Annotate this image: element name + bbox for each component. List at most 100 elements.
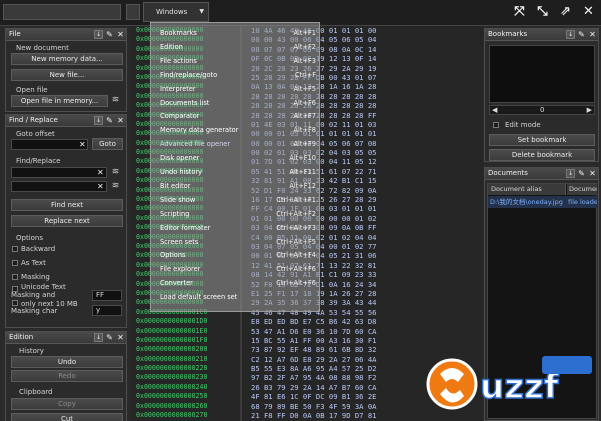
spin-left-icon[interactable]: ◀ (492, 106, 497, 114)
edition-panel-title: Edition ↓ ✎ ✕ (6, 332, 126, 344)
download-icon[interactable]: ↓ (94, 333, 103, 342)
hex-row[interactable]: E8 ED ED BD E7 C5 B6 42 63 D8 (242, 317, 483, 326)
menu-item[interactable]: Memory data generator Alt+F8 (151, 124, 319, 138)
offset-row: 0x0000000000000200 (136, 345, 208, 354)
copy-button[interactable]: Copy (11, 398, 123, 410)
download-icon[interactable]: ↓ (94, 30, 103, 39)
only-next-checkbox[interactable] (12, 300, 18, 306)
document-status-cell: file loade (568, 198, 597, 206)
menu-item[interactable]: Advanced file opener Alt+F9 (151, 138, 319, 152)
document-alias-cell: D:\我的文档\oneday.jpg (490, 198, 563, 206)
menu-item[interactable]: Documents list Alt+F6 (151, 97, 319, 111)
new-memory-data-button[interactable]: New memory data... (11, 53, 123, 65)
menu-item-shortcut: Ctrl+Alt+F6 (276, 279, 316, 288)
spin-right-icon[interactable]: ▶ (587, 106, 592, 114)
offset-row: 0x00000000000001E0 (136, 326, 208, 335)
menu-item-label: Undo history (160, 168, 202, 176)
menu-item[interactable]: Find/replace/goto Ctrl+F (151, 69, 319, 83)
close-icon[interactable]: ✕ (588, 169, 597, 178)
edit-mode-checkbox[interactable] (493, 122, 499, 128)
menu-item-shortcut: Alt+F5 (293, 84, 316, 93)
menu-item-label: Load default screen set (160, 293, 238, 302)
menu-item[interactable]: Undo history Alt+F11 (151, 166, 319, 180)
menu-item[interactable]: Load default screen set (151, 291, 319, 305)
menu-item[interactable]: File explorer Ctrl+Alt+F6 (151, 263, 319, 277)
menu-item-label: File explorer (160, 265, 201, 274)
column-header-alias[interactable]: Document alias (488, 184, 566, 195)
set-bookmark-button[interactable]: Set bookmark (489, 134, 595, 146)
hex-row[interactable]: 53 47 A1 D6 E0 36 10 7D 60 CA (242, 327, 483, 336)
menu-item[interactable]: Options Ctrl+Alt+F4 (151, 249, 319, 263)
menu-item-shortcut: Alt+F2 (293, 42, 316, 51)
clear-icon[interactable]: ✕ (97, 167, 104, 178)
menu-item[interactable]: Converter Ctrl+Alt+F6 (151, 277, 319, 291)
download-icon[interactable]: ↓ (566, 169, 575, 178)
menu-item[interactable]: Slide show Ctrl+Alt+F1 (151, 194, 319, 208)
menu-item-label: Memory data generator (160, 126, 239, 135)
download-icon[interactable]: ↓ (94, 116, 103, 125)
delete-bookmark-button[interactable]: Delete bookmark (489, 149, 595, 161)
menu-item[interactable]: Comparator Alt+F7 (151, 110, 319, 124)
popout-icon[interactable]: ⇗ (557, 3, 574, 20)
masking-and-input[interactable]: FF (92, 290, 122, 301)
menu-item[interactable]: Disk opener Alt+F10 (151, 152, 319, 166)
backward-checkbox[interactable] (12, 246, 18, 252)
menu-item-shortcut: Alt+F3 (293, 56, 316, 65)
close-icon[interactable]: ✕ (116, 116, 125, 125)
pin-icon[interactable]: ✎ (105, 333, 114, 342)
pin-icon[interactable]: ✎ (577, 169, 586, 178)
goto-button[interactable]: Goto (92, 138, 123, 150)
hex-row[interactable]: 15 BC 55 A1 FF 00 A3 16 30 F1 (242, 336, 483, 345)
layers-icon[interactable]: ≋ (110, 167, 121, 178)
clear-icon[interactable]: ✕ (79, 139, 86, 150)
menu-item[interactable]: File actions Alt+F3 (151, 55, 319, 69)
cut-button[interactable]: Cut (11, 413, 123, 421)
edit-mode-label: Edit mode (505, 121, 541, 129)
replace-next-button[interactable]: Replace next (11, 215, 123, 227)
file-panel-title: File ↓ ✎ ✕ (6, 29, 126, 41)
layers-icon[interactable]: ≋ (110, 95, 121, 106)
offset-row: 0x0000000000000220 (136, 364, 208, 373)
goto-offset-input[interactable] (11, 139, 88, 150)
menu-item-label: Comparator (160, 112, 200, 121)
bookmark-list[interactable] (489, 45, 595, 103)
close-icon[interactable]: ✕ (588, 30, 597, 39)
close-icon[interactable]: ✕ (116, 30, 125, 39)
address-field[interactable] (3, 4, 121, 20)
pin-icon[interactable]: ✎ (105, 30, 114, 39)
shrink-window-icon[interactable]: ⤡ (534, 3, 551, 20)
redo-button[interactable]: Redo (11, 370, 123, 382)
menu-item[interactable]: Bookmarks Alt+F1 (151, 27, 319, 41)
address-dropdown[interactable] (126, 4, 140, 20)
table-row[interactable]: D:\我的文档\oneday.jpg file loade (488, 196, 597, 208)
close-icon[interactable]: ✕ (580, 3, 597, 20)
find-input[interactable] (11, 167, 107, 178)
new-file-button[interactable]: New file... (11, 69, 123, 81)
clear-icon[interactable]: ✕ (97, 181, 104, 192)
fit-window-icon[interactable]: ⤧ (511, 3, 528, 20)
layers-icon[interactable]: ≋ (110, 181, 121, 192)
find-next-button[interactable]: Find next (11, 199, 123, 211)
menu-item[interactable]: Scripting Ctrl+Alt+F2 (151, 208, 319, 222)
close-icon[interactable]: ✕ (116, 333, 125, 342)
edition-panel: Edition ↓ ✎ ✕ History Undo Redo Clipboard … (5, 331, 127, 421)
column-header-document[interactable]: Documen (567, 184, 597, 195)
menu-item[interactable]: Editor formater Ctrl+Alt+F3 (151, 222, 319, 236)
menu-item-label: Find/replace/goto (160, 70, 218, 79)
undo-button[interactable]: Undo (11, 356, 123, 368)
replace-input[interactable] (11, 181, 107, 192)
menu-item-label: Editor formater (160, 223, 211, 232)
menu-item[interactable]: Screen sets Ctrl+Alt+F5 (151, 236, 319, 250)
download-icon[interactable]: ↓ (566, 30, 575, 39)
windows-menu-button[interactable]: Windows ▼ (143, 2, 209, 22)
masking-char-input[interactable]: y (92, 305, 122, 316)
pin-icon[interactable]: ✎ (105, 116, 114, 125)
pin-icon[interactable]: ✎ (577, 30, 586, 39)
bookmark-spinner[interactable]: ◀ 0 ▶ (489, 105, 595, 115)
menu-item[interactable]: Interpreter Alt+F5 (151, 83, 319, 97)
menu-item[interactable]: Bit editor Alt+F12 (151, 180, 319, 194)
masking-checkbox[interactable] (12, 274, 18, 280)
open-file-in-memory-button[interactable]: Open file in memory... (11, 95, 108, 107)
menu-item[interactable]: Edition Alt+F2 (151, 41, 319, 55)
as-text-checkbox[interactable] (12, 260, 18, 266)
